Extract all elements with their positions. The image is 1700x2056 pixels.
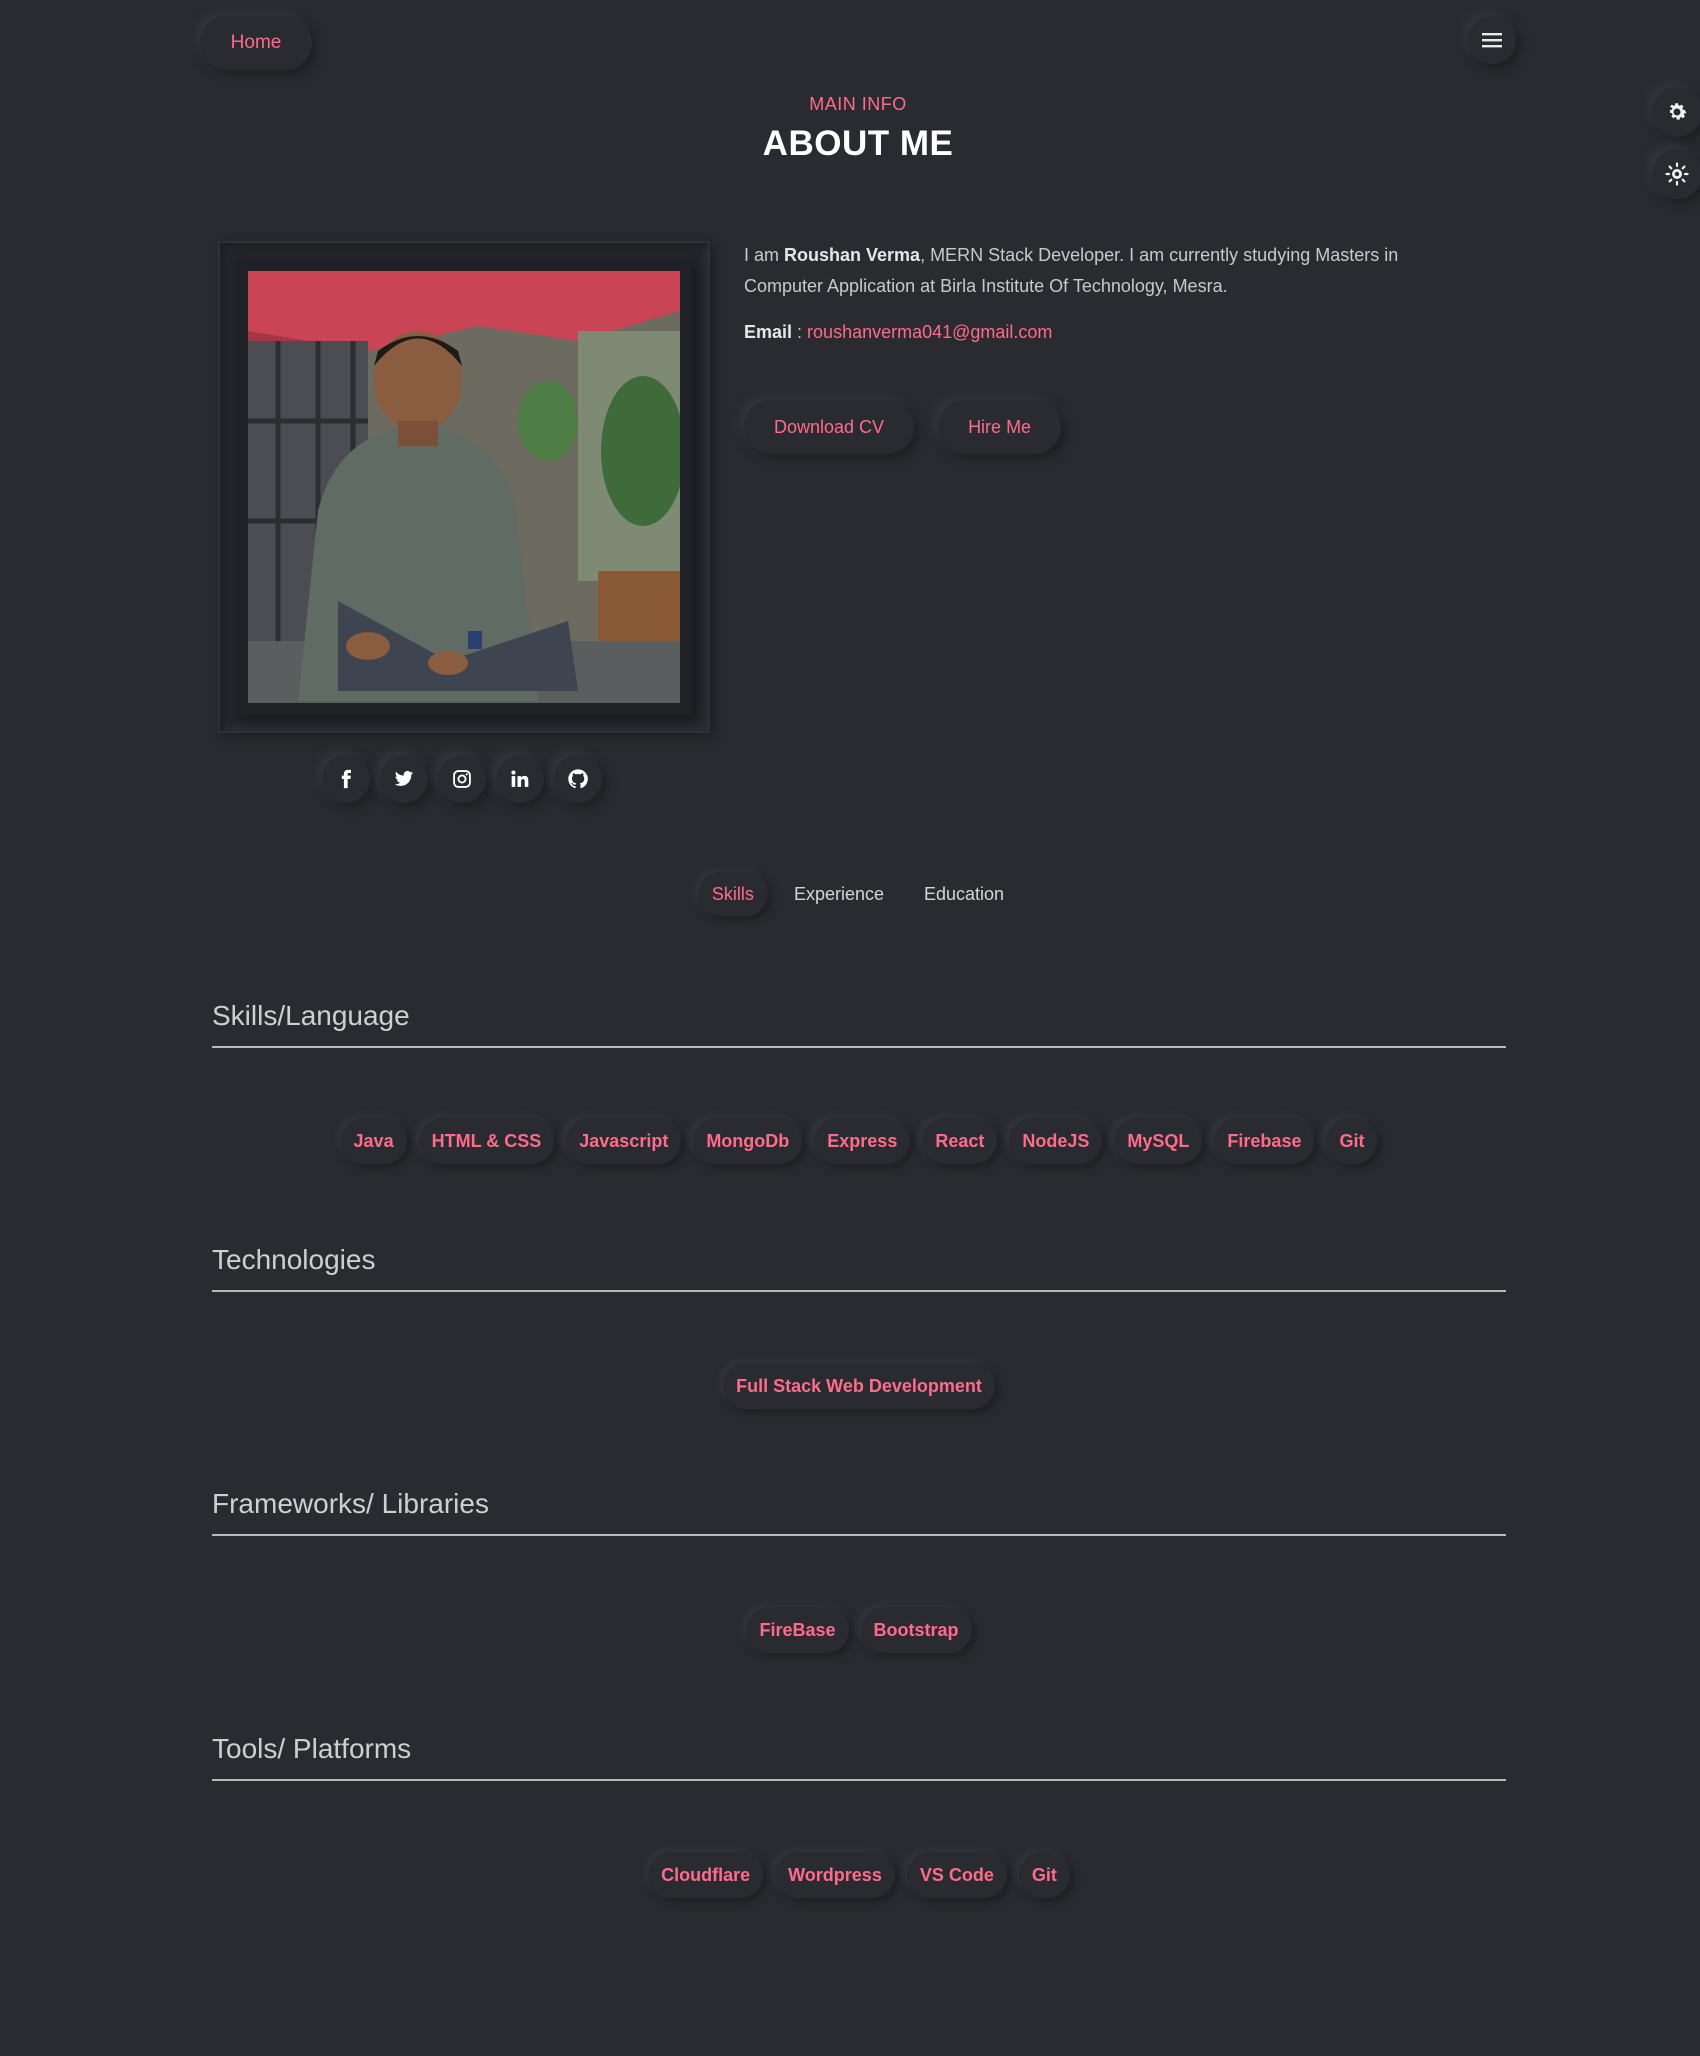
skill-chip: Firebase xyxy=(1214,1118,1314,1164)
social-links xyxy=(322,755,602,803)
facebook-link[interactable] xyxy=(322,755,370,803)
intro-prefix: I am xyxy=(744,245,785,265)
skill-chip: React xyxy=(922,1118,997,1164)
framework-chips: FireBase Bootstrap xyxy=(212,1607,1506,1653)
skill-chip: MySQL xyxy=(1114,1118,1202,1164)
skill-chip: Javascript xyxy=(566,1118,681,1164)
github-icon xyxy=(568,769,588,789)
instagram-icon xyxy=(453,770,471,788)
section-title: Frameworks/ Libraries xyxy=(212,1488,1506,1536)
section-languages: Skills/Language Java HTML & CSS Javascri… xyxy=(212,1000,1506,1151)
section-frameworks: Frameworks/ Libraries FireBase Bootstrap xyxy=(212,1488,1506,1640)
hamburger-icon xyxy=(1482,33,1502,48)
hire-me-button[interactable]: Hire Me xyxy=(938,400,1062,454)
facebook-icon xyxy=(341,769,351,789)
skill-chip: Express xyxy=(814,1118,910,1164)
tab-skills[interactable]: Skills xyxy=(698,872,768,916)
skill-chip: Bootstrap xyxy=(861,1607,972,1653)
skill-chip: Full Stack Web Development xyxy=(723,1363,995,1409)
tab-education[interactable]: Education xyxy=(910,872,1018,916)
linkedin-icon xyxy=(511,770,529,787)
email-row: Email : roushanverma041@gmail.com xyxy=(744,322,1052,343)
twitter-icon xyxy=(394,771,414,786)
home-button[interactable]: Home xyxy=(200,16,312,70)
section-title: Skills/Language xyxy=(212,1000,1506,1048)
skill-chip: Cloudflare xyxy=(648,1852,763,1898)
skill-chip: Wordpress xyxy=(775,1852,895,1898)
cta-buttons: Download CV Hire Me xyxy=(744,400,1062,454)
tool-chips: Cloudflare Wordpress VS Code Git xyxy=(212,1852,1506,1898)
skill-chip: VS Code xyxy=(907,1852,1007,1898)
linkedin-link[interactable] xyxy=(496,755,544,803)
menu-button[interactable] xyxy=(1468,16,1516,64)
instagram-link[interactable] xyxy=(438,755,486,803)
section-title: Technologies xyxy=(212,1244,1506,1292)
skill-chip: MongoDb xyxy=(693,1118,802,1164)
section-technologies: Technologies Full Stack Web Development xyxy=(212,1244,1506,1396)
github-link[interactable] xyxy=(554,755,602,803)
profile-photo-mat xyxy=(236,259,692,715)
section-title: Tools/ Platforms xyxy=(212,1733,1506,1781)
email-label: Email xyxy=(744,322,793,342)
profile-photo xyxy=(248,271,680,703)
skill-chip: Git xyxy=(1326,1118,1377,1164)
tab-experience[interactable]: Experience xyxy=(780,872,898,916)
section-tools: Tools/ Platforms Cloudflare Wordpress VS… xyxy=(212,1733,1506,1885)
download-cv-button[interactable]: Download CV xyxy=(744,400,915,454)
skill-chip: NodeJS xyxy=(1009,1118,1102,1164)
technology-chips: Full Stack Web Development xyxy=(212,1363,1506,1409)
language-chips: Java HTML & CSS Javascript MongoDb Expre… xyxy=(212,1118,1506,1164)
profile-photo-frame xyxy=(218,241,710,733)
twitter-link[interactable] xyxy=(380,755,428,803)
email-separator: : xyxy=(792,322,808,342)
page-title: ABOUT ME xyxy=(762,124,954,163)
intro-text: I am Roushan Verma, MERN Stack Developer… xyxy=(744,240,1464,302)
skill-chip: HTML & CSS xyxy=(419,1118,555,1164)
email-link[interactable]: roushanverma041@gmail.com xyxy=(807,322,1052,342)
section-kicker: MAIN INFO xyxy=(809,94,907,114)
skill-chip: Git xyxy=(1019,1852,1070,1898)
skill-chip: Java xyxy=(341,1118,407,1164)
sun-icon xyxy=(1665,162,1689,186)
person-name: Roushan Verma xyxy=(784,245,921,265)
skill-chip: FireBase xyxy=(746,1607,848,1653)
resume-tabs: Skills Experience Education xyxy=(0,872,1700,916)
